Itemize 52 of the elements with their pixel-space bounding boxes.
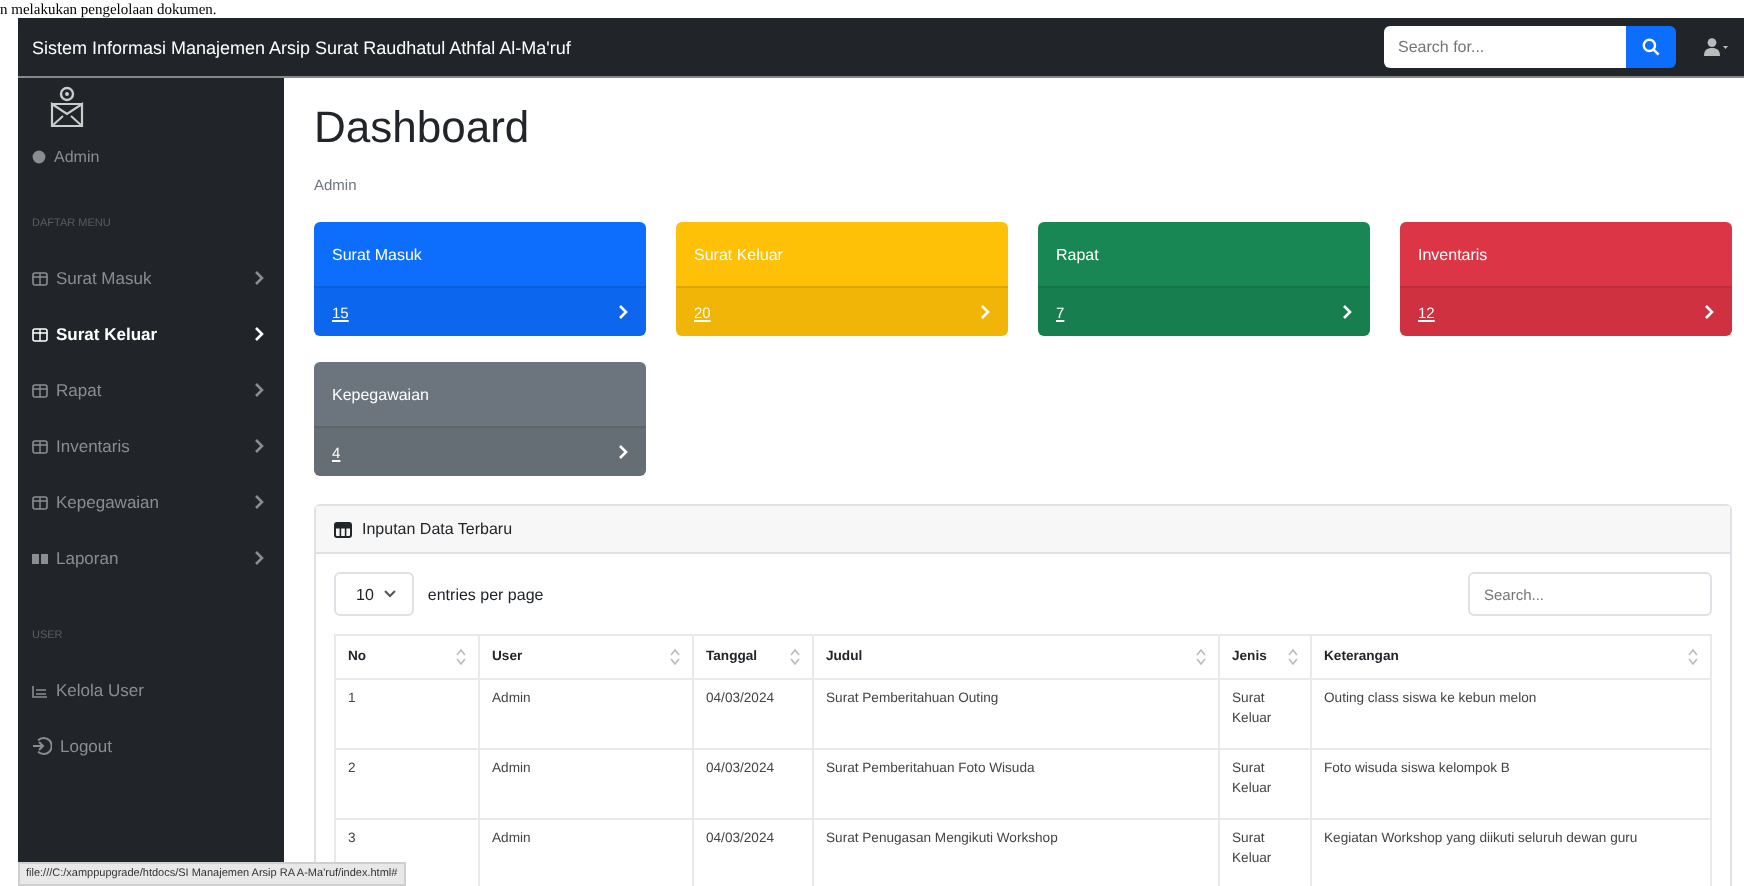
sort-icon [790,648,800,666]
table-icon [334,521,352,537]
chevron-icon [980,304,990,320]
sidebar-user: Admin [54,148,100,166]
chevron-icon [254,326,264,342]
page-size-select[interactable]: 10 [334,572,414,616]
user-icon [1704,38,1728,56]
chevron-icon [618,444,628,460]
user-menu-button[interactable] [1704,38,1728,56]
sidebar-item[interactable]: Surat Keluar [32,306,284,362]
page-size-label: entries per page [427,585,544,603]
card-label: Surat Keluar [694,245,783,263]
mail-gear-icon [50,84,84,128]
chevron-icon [254,438,264,454]
chevron-icon [254,494,264,510]
list-icon [32,683,48,697]
sidebar-item[interactable]: Kelola User [32,662,284,718]
sort-icon [1196,648,1206,666]
chevron-icon [618,304,628,320]
sidebar-item[interactable]: Inventaris [32,418,284,474]
sidebar-item[interactable]: Logout [32,718,284,774]
sidebar-item[interactable]: Laporan [32,530,284,586]
caret-icon [383,590,396,598]
sort-icon [456,648,466,666]
table-icon [32,271,48,285]
app-title: Sistem Informasi Manajemen Arsip Surat Raudhatul Athfal Al-Ma'ruf [32,37,571,57]
chevron-icon [1704,304,1714,320]
table-icon [32,327,48,341]
card-title: Inputan Data Terbaru [362,520,513,538]
card-label: Surat Masuk [332,245,422,263]
sidebar-item[interactable]: Rapat [32,362,284,418]
table-icon [32,495,48,509]
search-field[interactable]: Search for... [1384,26,1626,68]
search-button[interactable] [1626,26,1676,68]
page-title: Dashboard [314,102,532,154]
table-icon [32,439,48,453]
card-label: Rapat [1056,245,1099,263]
logout-icon [32,736,52,756]
sort-icon [1688,648,1698,666]
chevron-icon [1342,304,1352,320]
sidebar-item[interactable]: Kepegawaian [32,474,284,530]
card-label: Inventaris [1418,245,1488,263]
columns-icon [32,551,48,565]
sort-icon [1288,648,1298,666]
chevron-icon [254,382,264,398]
sidebar-item[interactable]: Surat Masuk [32,250,284,306]
chevron-icon [254,270,264,286]
table-icon [32,383,48,397]
card-label: Kepegawaian [332,385,429,403]
search-icon [1642,38,1660,56]
sort-icon [670,648,680,666]
chevron-icon [254,550,264,566]
